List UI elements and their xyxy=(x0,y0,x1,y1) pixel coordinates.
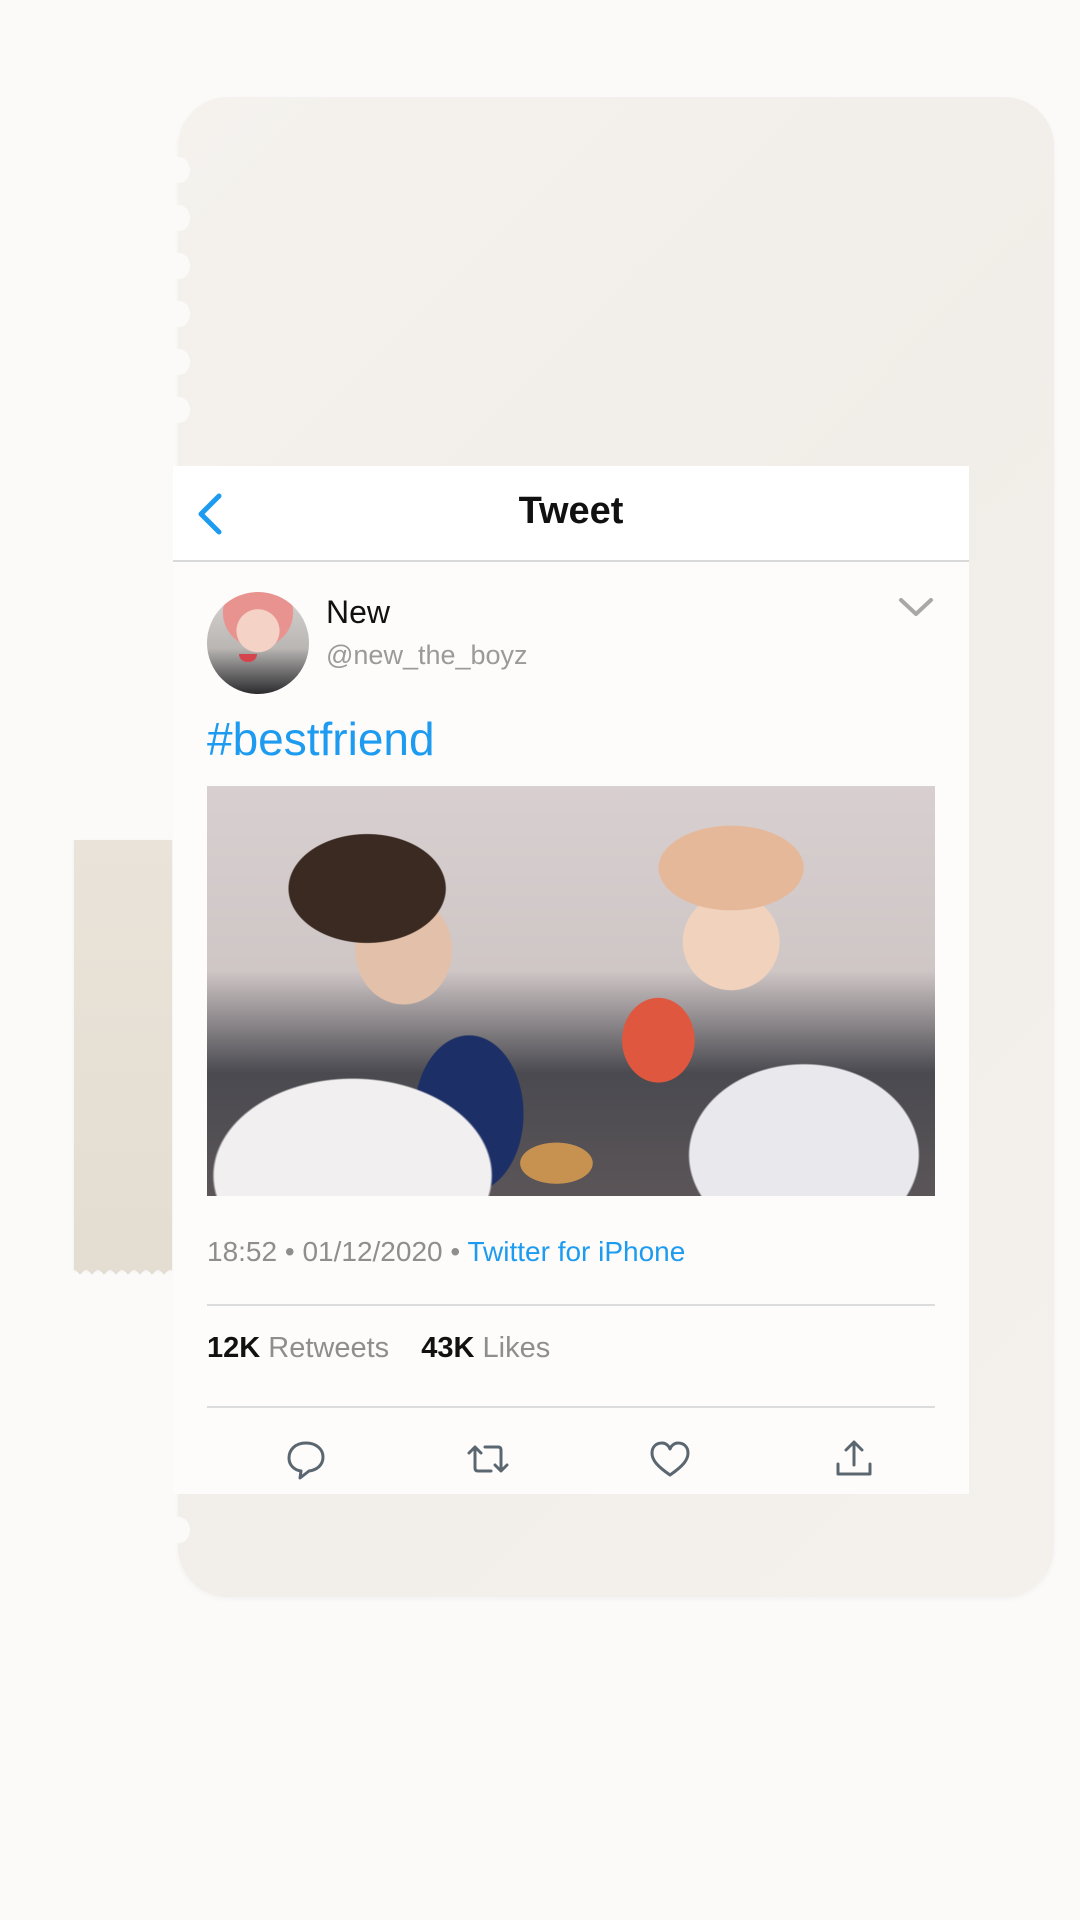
tweet-photo[interactable] xyxy=(207,786,935,1196)
retweets-label[interactable]: Retweets xyxy=(268,1332,389,1364)
tweet-card: Tweet New @new_the_boyz #bestfriend 18:5… xyxy=(173,466,969,1494)
tweet-date: 01/12/2020 xyxy=(302,1236,443,1267)
hashtag-link[interactable]: #bestfriend xyxy=(207,712,435,766)
chevron-down-icon[interactable] xyxy=(898,596,934,620)
retweets-count[interactable]: 12K xyxy=(207,1332,260,1364)
user-handle[interactable]: @new_the_boyz xyxy=(326,640,528,671)
page-title: Tweet xyxy=(518,490,624,532)
likes-label[interactable]: Likes xyxy=(483,1332,551,1364)
tweet-header: Tweet xyxy=(173,466,969,562)
retweet-icon[interactable] xyxy=(463,1434,513,1484)
source-link[interactable]: Twitter for iPhone xyxy=(467,1236,685,1267)
share-icon[interactable] xyxy=(829,1434,879,1484)
avatar[interactable] xyxy=(207,592,309,694)
divider xyxy=(207,1406,935,1408)
divider xyxy=(207,1304,935,1306)
user-name[interactable]: New xyxy=(326,594,390,631)
tweet-time: 18:52 xyxy=(207,1236,278,1267)
tape-strip xyxy=(74,840,172,1282)
tweet-timestamp: 18:52 • 01/12/2020 • Twitter for iPhone xyxy=(207,1236,686,1267)
tweet-stats: 12K Retweets 43K Likes xyxy=(207,1332,550,1365)
like-icon[interactable] xyxy=(645,1434,695,1484)
reply-icon[interactable] xyxy=(281,1434,331,1484)
likes-count[interactable]: 43K xyxy=(421,1332,474,1364)
